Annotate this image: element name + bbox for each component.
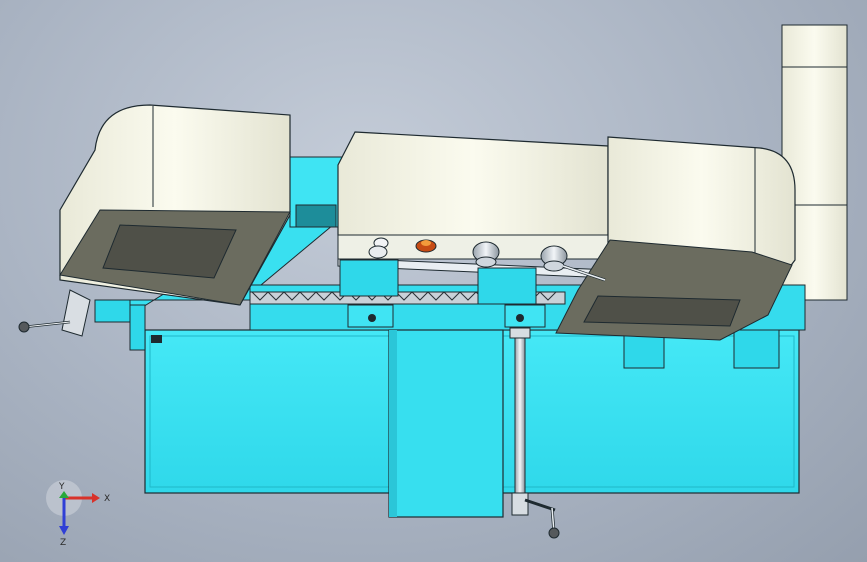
adjust-knob-orange[interactable] [415, 239, 437, 253]
cad-viewport[interactable] [0, 0, 867, 562]
left-crank-handle[interactable] [18, 289, 146, 351]
base-bolt [151, 335, 162, 343]
y-axis-label: Y [58, 482, 65, 492]
left-wheel-housing[interactable] [59, 104, 291, 306]
axis-triad: X Y Z [46, 480, 110, 548]
center-column[interactable] [388, 329, 504, 518]
clamp-knob-center[interactable] [472, 241, 500, 268]
z-axis-label: Z [60, 538, 66, 548]
x-axis-label: X [104, 494, 110, 504]
bottom-crank-handle[interactable] [524, 498, 560, 539]
